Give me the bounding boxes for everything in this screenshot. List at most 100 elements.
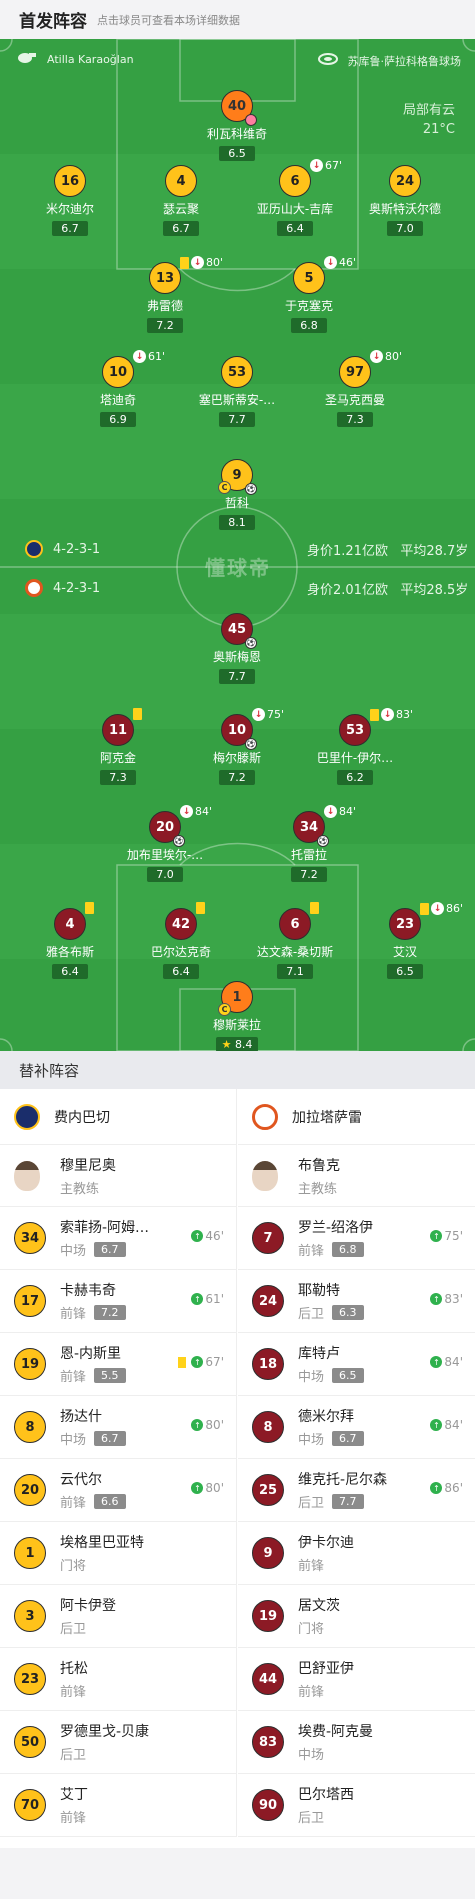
- player-position-line: 后卫 6.3: [298, 1303, 364, 1322]
- sub-in-time: 61': [205, 1292, 224, 1306]
- home-player-cb2[interactable]: ↓ 67' 6 亚历山大-吉库 6.4: [240, 159, 350, 236]
- away-player-rb[interactable]: ↓ 86' 23 艾汉 6.5: [350, 902, 463, 979]
- sub-out-icon: ↓: [133, 350, 146, 363]
- bench-player-row[interactable]: 17 卡赫韦奇 前锋 7.2 ↑ 61': [0, 1270, 236, 1333]
- home-player-cb1[interactable]: 4 瑟云聚 6.7: [126, 165, 236, 236]
- player-info: 索菲扬-阿姆… 中场 6.7: [60, 1217, 149, 1259]
- player-name: 维克托-尼尔森: [298, 1472, 388, 1488]
- home-player-dm2[interactable]: ↓ 46' 5 于克塞克 6.8: [254, 256, 364, 333]
- player-name: 亚历山大-吉库: [256, 202, 334, 216]
- away-player-cb1[interactable]: 42 巴尔达克奇 6.4: [126, 902, 236, 979]
- stadium-name: 苏库鲁·萨拉科格鲁球场: [347, 54, 462, 68]
- sub-in-icon: ↑: [430, 1230, 443, 1242]
- player-position: 后卫: [298, 1307, 325, 1322]
- bench-player-row[interactable]: 1 埃格里巴亚特 门将: [0, 1522, 236, 1585]
- bench-player-row[interactable]: 44 巴舒亚伊 前锋: [238, 1648, 475, 1711]
- captain-icon: C: [218, 1003, 231, 1016]
- home-player-dm1[interactable]: ↓ 80' 13 弗雷德 7.2: [110, 256, 223, 333]
- sub-in-info: ↑ 80': [191, 1481, 224, 1495]
- away-player-lb[interactable]: 4 雅各布斯 6.4: [15, 902, 125, 979]
- away-player-am[interactable]: ↓ 75' 10 ⚽ 梅尔滕斯 7.2: [182, 708, 292, 785]
- bench-player-row[interactable]: 83 埃费-阿克曼 中场: [238, 1711, 475, 1774]
- away-team-summary: 4-2-3-1 身价2.01亿欧 平均28.5岁: [25, 579, 468, 598]
- player-info: 艾丁 前锋: [60, 1784, 88, 1826]
- sub-out-icon: ↓: [381, 708, 394, 721]
- away-player-st[interactable]: 45 ⚽ 奥斯梅恩 7.7: [182, 613, 292, 684]
- sub-in-info: ↑ 86': [430, 1481, 463, 1495]
- player-rating: 6.6: [94, 1494, 126, 1509]
- player-position-line: 中场: [298, 1744, 373, 1763]
- player-name: 巴尔塔西: [298, 1787, 354, 1803]
- event-time: 80': [385, 350, 403, 363]
- bench-player-row[interactable]: 24 耶勒特 后卫 6.3 ↑ 83': [238, 1270, 475, 1333]
- bench-player-row[interactable]: 90 巴尔塔西 后卫: [238, 1774, 475, 1837]
- home-player-lm[interactable]: ↓ 61' 10 塔迪奇 6.9: [63, 350, 173, 427]
- sub-in-info: ↑ 75': [430, 1229, 463, 1243]
- player-number: 45 ⚽: [221, 613, 257, 649]
- player-number: 23: [14, 1663, 46, 1695]
- bench-player-row[interactable]: 19 居文茨 门将: [238, 1585, 475, 1648]
- bench-player-row[interactable]: 9 伊卡尔迪 前锋: [238, 1522, 475, 1585]
- home-player-am[interactable]: 53 塞巴斯蒂安-… 7.7: [182, 356, 292, 427]
- home-player-rb[interactable]: 24 奥斯特沃尔德 7.0: [350, 165, 460, 236]
- away-player-rm[interactable]: ↓ 83' 53 巴里什-伊尔… 6.2: [300, 708, 413, 785]
- lineup-title: 首发阵容: [19, 12, 87, 32]
- sub-in-info: ↑ 61': [191, 1292, 224, 1306]
- away-player-cb2[interactable]: 6 达文森-桑切斯 7.1: [240, 902, 350, 979]
- player-position: 后卫: [298, 1496, 325, 1511]
- bench-player-row[interactable]: 19 恩-内斯里 前锋 5.5 ↑ 67': [0, 1333, 236, 1396]
- away-player-dm2[interactable]: ↓ 84' 34 ⚽ 托雷拉 7.2: [254, 805, 364, 882]
- sub-in-icon: ↑: [430, 1482, 443, 1494]
- bench-player-row[interactable]: 25 维克托-尼尔森 后卫 7.7 ↑ 86': [238, 1459, 475, 1522]
- player-name: 埃费-阿克曼: [298, 1724, 374, 1740]
- bench-player-row[interactable]: 8 扬达什 中场 6.7 ↑ 80': [0, 1396, 236, 1459]
- home-player-lb[interactable]: 16 米尔迪尔 6.7: [15, 165, 125, 236]
- away-bench-team: 加拉塔萨雷: [238, 1089, 475, 1145]
- player-info: 云代尔 前锋 6.6: [60, 1469, 126, 1511]
- player-rating: 7.0: [387, 221, 423, 236]
- stadium-info: 苏库鲁·萨拉科格鲁球场: [317, 52, 462, 69]
- player-position-line: 前锋 7.2: [60, 1303, 126, 1322]
- away-player-lm[interactable]: 11 阿克金 7.3: [63, 708, 173, 785]
- player-name: 巴尔达克奇: [150, 945, 211, 959]
- bench-player-row[interactable]: 70 艾丁 前锋: [0, 1774, 236, 1837]
- home-player-rm[interactable]: ↓ 80' 97 圣马克西曼 7.3: [300, 350, 410, 427]
- away-player-dm1[interactable]: ↓ 84' 20 ⚽ 加布里埃尔-… 7.0: [110, 805, 220, 882]
- player-name: 阿克金: [99, 751, 136, 765]
- away-player-gk[interactable]: 1C 穆斯莱拉 ★ 8.4: [182, 981, 292, 1051]
- bench-player-row[interactable]: 34 索菲扬-阿姆… 中场 6.7 ↑ 46': [0, 1207, 236, 1270]
- away-bench: 加拉塔萨雷 布鲁克 主教练 7 罗兰-绍洛伊 前锋 6.8 ↑ 75' 24 耶勒特 后卫 6.3…: [238, 1089, 475, 1837]
- bench-player-row[interactable]: 23 托松 前锋: [0, 1648, 236, 1711]
- player-number: 90: [252, 1789, 284, 1821]
- home-team-summary: 4-2-3-1 身价1.21亿欧 平均28.7岁: [25, 540, 468, 559]
- player-position-line: 中场 6.7: [60, 1240, 149, 1259]
- player-number: 20 ⚽: [149, 811, 185, 847]
- player-name: 米尔迪尔: [45, 202, 94, 216]
- player-number: 19: [252, 1600, 284, 1632]
- player-number: 1: [14, 1537, 46, 1569]
- away-coach[interactable]: 布鲁克 主教练: [238, 1145, 475, 1207]
- bench-player-row[interactable]: 7 罗兰-绍洛伊 前锋 6.8 ↑ 75': [238, 1207, 475, 1270]
- player-rating: 7.3: [337, 412, 373, 427]
- event-time: 67': [325, 159, 343, 172]
- home-player-gk[interactable]: 40 利瓦科维奇 6.5: [182, 90, 292, 161]
- bench-player-row[interactable]: 18 库特卢 中场 6.5 ↑ 84': [238, 1333, 475, 1396]
- bench-player-row[interactable]: 20 云代尔 前锋 6.6 ↑ 80': [0, 1459, 236, 1522]
- sub-out-icon: ↓: [252, 708, 265, 721]
- bench-player-row[interactable]: 3 阿卡伊登 后卫: [0, 1585, 236, 1648]
- away-team-logo-icon: [252, 1103, 278, 1130]
- player-info: 居文茨 门将: [298, 1595, 340, 1637]
- player-rating: 6.7: [52, 221, 88, 236]
- home-player-st[interactable]: 9 C ⚽ 哲科 8.1: [182, 459, 292, 530]
- sub-in-time: 83': [444, 1292, 463, 1306]
- coach-name: 布鲁克: [298, 1157, 340, 1174]
- player-number: 20: [14, 1474, 46, 1506]
- home-coach[interactable]: 穆里尼奥 主教练: [0, 1145, 236, 1207]
- player-position: 后卫: [60, 1622, 87, 1637]
- player-number: 18: [252, 1348, 284, 1380]
- bench-player-row[interactable]: 50 罗德里戈-贝康 后卫: [0, 1711, 236, 1774]
- bench-player-row[interactable]: 8 德米尔拜 中场 6.7 ↑ 84': [238, 1396, 475, 1459]
- player-info: 阿卡伊登 后卫: [60, 1595, 116, 1637]
- sub-in-icon: ↑: [191, 1482, 204, 1494]
- sub-in-time: 80': [205, 1418, 224, 1432]
